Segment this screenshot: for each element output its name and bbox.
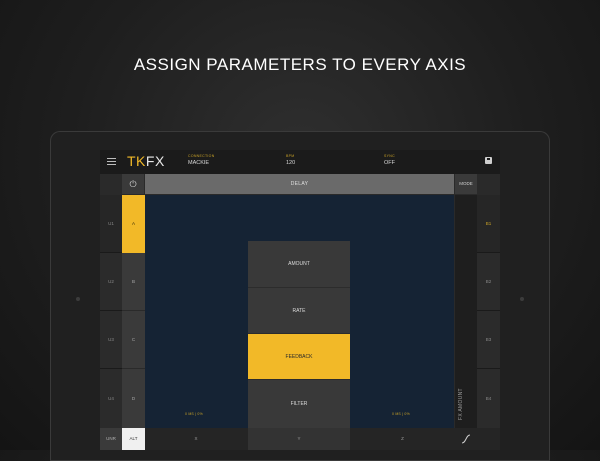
user-row-2[interactable]: U2 [100,253,122,311]
promo-headline: ASSIGN PARAMETERS TO EVERY AXIS [133,55,467,74]
parameter-menu: AMOUNT RATE FEEDBACK FILTER [248,241,350,428]
pad-readout-left: 0 MS | 0% [185,412,203,416]
logo-fx: FX [145,153,165,169]
logo-tk: TK [127,153,146,169]
effect-name-bar[interactable]: DELAY [145,174,454,194]
bpm-value: 120 [286,160,296,166]
hamburger-menu-icon[interactable] [107,158,116,166]
mode-button[interactable]: MODE [455,174,477,194]
pad-readout-right: 0 MS | 0% [392,412,410,416]
axis-y-button[interactable]: Y [248,428,350,450]
axis-z-button[interactable]: Z [351,428,454,450]
slot-d[interactable]: D [122,369,145,428]
sync-value: OFF [384,160,395,166]
curve-button[interactable] [455,428,477,450]
user-row-4[interactable]: U4 [100,369,122,428]
app-logo: TKFX [127,153,165,169]
vertical-axis-label: FX AMOUNT [458,388,464,420]
menu-item-rate[interactable]: RATE [248,287,350,333]
bank-row-4[interactable]: B4 [477,369,500,428]
tablet-side-button-right [520,297,524,301]
bank-row-1[interactable]: B1 [477,195,500,253]
bank-row-3[interactable]: B3 [477,311,500,369]
alt-button[interactable]: ALT [122,428,145,450]
menu-item-amount[interactable]: AMOUNT [248,241,350,287]
tablet-side-button-left [76,297,80,301]
top-bar: TKFX CONNECTION MACKIE BPM 120 SYNC OFF [100,150,500,174]
user-row-3[interactable]: U3 [100,311,122,369]
connection-field[interactable]: CONNECTION MACKIE [188,154,215,167]
user-row-1[interactable]: U1 [100,195,122,253]
menu-item-filter[interactable]: FILTER [248,379,350,428]
bottom-right-cell [477,428,500,450]
power-icon: ⏻ [129,179,137,189]
bank-row-2[interactable]: B2 [477,253,500,311]
slot-b[interactable]: B [122,253,145,311]
unr-button[interactable]: UNR [100,428,122,450]
bottom-bar: UNR ALT X Y Z [100,428,500,450]
connection-value: MACKIE [188,160,210,166]
sync-field[interactable]: SYNC OFF [384,154,395,167]
slot-c[interactable]: C [122,311,145,369]
app-screen: TKFX CONNECTION MACKIE BPM 120 SYNC OFF … [100,150,500,450]
curve-icon [461,434,471,444]
menu-item-feedback[interactable]: FEEDBACK [248,333,350,379]
slot-a[interactable]: A [122,195,145,253]
axis-x-button[interactable]: X [145,428,247,450]
power-button[interactable]: ⏻ [122,174,144,194]
save-icon[interactable] [485,157,492,164]
bpm-field[interactable]: BPM 120 [286,154,295,167]
